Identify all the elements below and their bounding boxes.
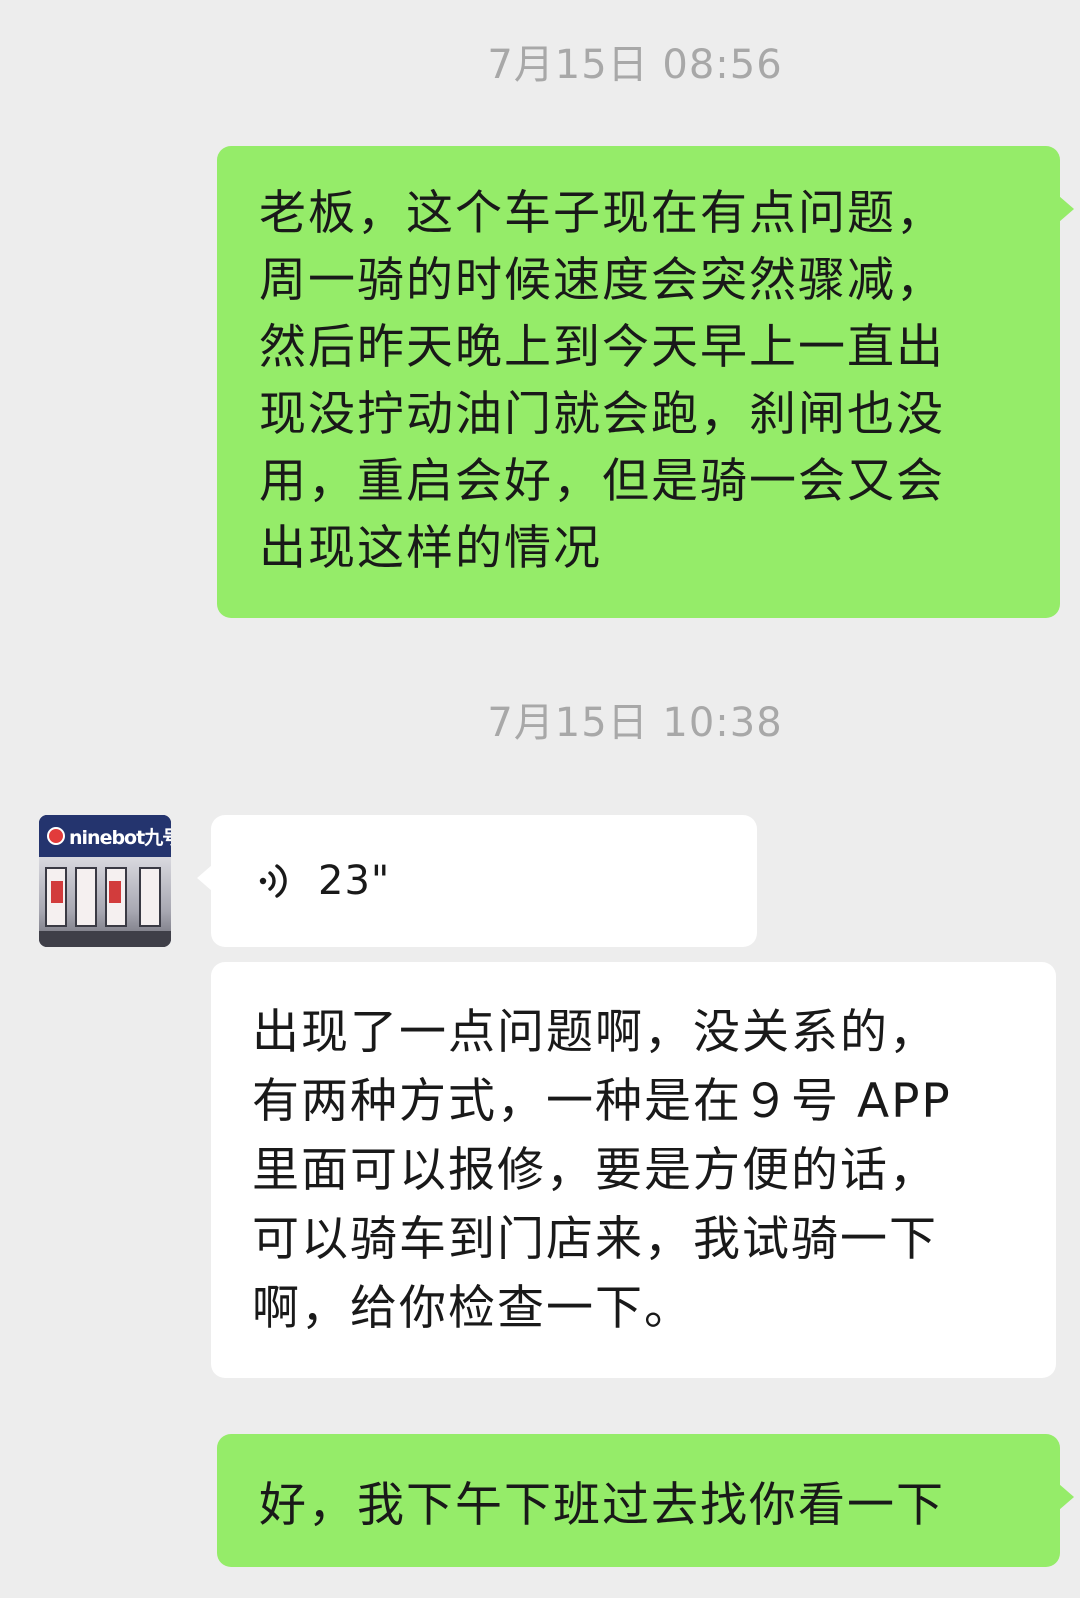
outgoing-message-bubble[interactable]: 好，我下午下班过去找你看一下 — [217, 1434, 1074, 1567]
avatar-store-sign: ninebot九号 — [39, 815, 171, 857]
message-line: 有两种方式，一种是在９号 APP — [252, 1074, 952, 1129]
timestamp: 7月15日 08:56 — [487, 42, 783, 88]
message-text: 老板，这个车子现在有点问题， 周一骑的时候速度会突然骤减， 然后昨天晚上到今天早… — [259, 180, 1028, 582]
message-line: 现没拧动油门就会跑，刹闸也没 — [259, 387, 945, 442]
avatar-sign-text: ninebot九号 — [69, 826, 171, 849]
contact-avatar[interactable]: ninebot九号 — [39, 815, 171, 947]
message-line: 出现了一点问题啊，没关系的， — [252, 1005, 938, 1060]
message-line: 用，重启会好，但是骑一会又会 — [259, 454, 945, 509]
voice-duration: 23" — [318, 858, 391, 904]
message-line: 里面可以报修，要是方便的话， — [252, 1143, 938, 1198]
message-line: 出现这样的情况 — [259, 521, 602, 576]
avatar-storefront — [39, 857, 171, 947]
timestamp: 7月15日 10:38 — [487, 700, 783, 746]
message-line: 周一骑的时候速度会突然骤减， — [259, 253, 945, 308]
outgoing-message-bubble[interactable]: 老板，这个车子现在有点问题， 周一骑的时候速度会突然骤减， 然后昨天晚上到今天早… — [217, 146, 1074, 618]
message-line: 然后昨天晚上到今天早上一直出 — [259, 320, 945, 375]
message-text: 出现了一点问题啊，没关系的， 有两种方式，一种是在９号 APP 里面可以报修，要… — [252, 998, 1026, 1343]
voice-message-bubble[interactable]: 23" — [197, 815, 757, 947]
message-text: 好，我下午下班过去找你看一下 — [259, 1478, 945, 1533]
message-line: 可以骑车到门店来，我试骑一下 — [252, 1212, 938, 1267]
message-line: 老板，这个车子现在有点问题， — [259, 186, 945, 241]
voice-wave-icon — [259, 864, 287, 898]
ninebot-logo-icon — [47, 827, 65, 845]
message-line: 啊，给你检查一下。 — [252, 1281, 693, 1336]
incoming-message-bubble[interactable]: 出现了一点问题啊，没关系的， 有两种方式，一种是在９号 APP 里面可以报修，要… — [211, 962, 1056, 1378]
